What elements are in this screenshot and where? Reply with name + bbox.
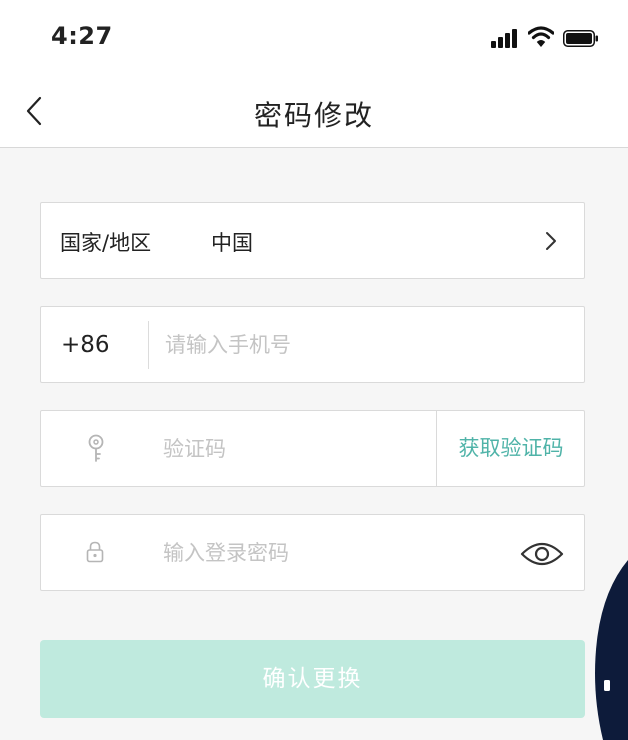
eye-icon[interactable] (520, 540, 564, 568)
wifi-icon (528, 26, 554, 47)
phone-input[interactable] (165, 327, 565, 363)
status-bar: 4:27 (0, 0, 628, 78)
page-title: 密码修改 (253, 99, 374, 132)
edge-decoration (595, 560, 628, 740)
lock-icon (86, 541, 104, 563)
verification-code-input[interactable] (163, 431, 433, 467)
phone-field: +86 (40, 306, 585, 383)
battery-icon (563, 30, 598, 47)
signal-icon (491, 28, 521, 48)
country-code-prefix: +86 (61, 332, 110, 358)
password-change-screen: 4:27 密码修改 国家/地区 中国 +86 请输入手机号 验证码 获取验证码 … (0, 0, 628, 740)
nav-bar: 密码修改 (0, 78, 628, 148)
chevron-right-icon (546, 232, 556, 250)
status-time: 4:27 (51, 22, 113, 50)
country-value: 中国 (211, 231, 253, 255)
country-label: 国家/地区 (60, 231, 152, 255)
phone-divider (148, 321, 149, 369)
verification-code-field: 获取验证码 (40, 410, 585, 487)
password-input[interactable] (163, 535, 513, 571)
key-icon (88, 434, 104, 462)
country-selector[interactable]: 国家/地区 中国 (40, 202, 585, 279)
password-field (40, 514, 585, 591)
confirm-change-button[interactable]: 确认更换 (40, 640, 585, 718)
get-code-button[interactable]: 获取验证码 (437, 411, 585, 486)
